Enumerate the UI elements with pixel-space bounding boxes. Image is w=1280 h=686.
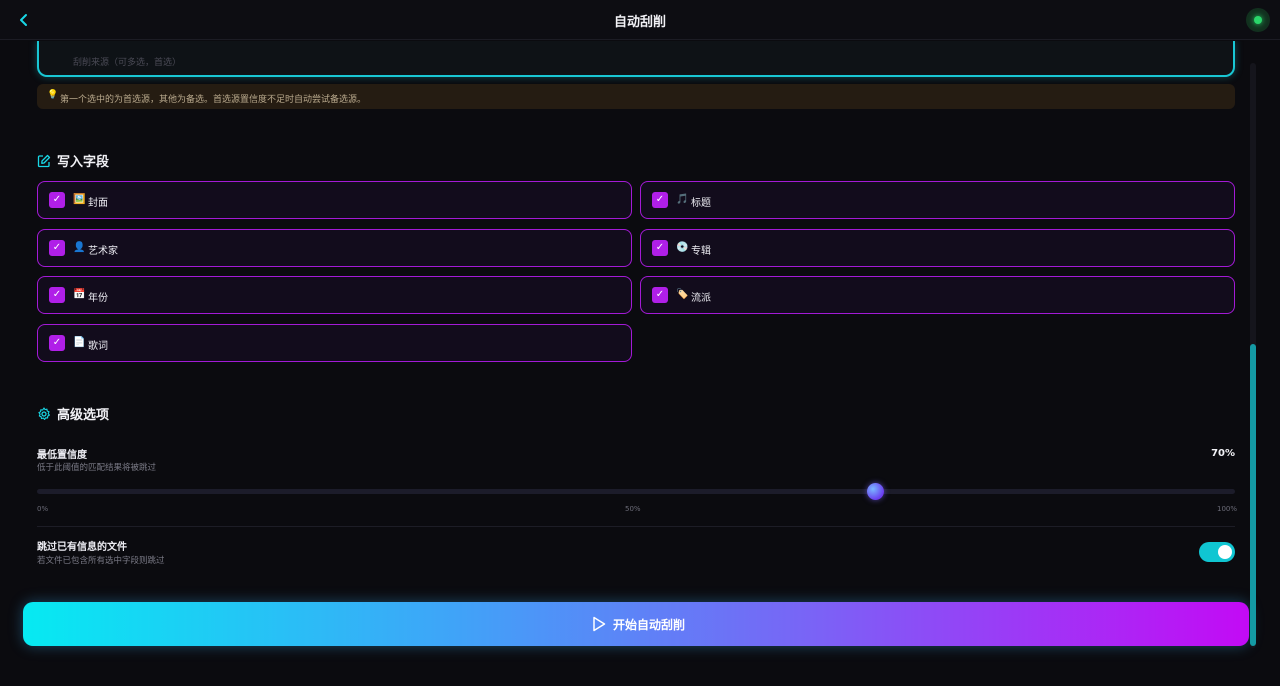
edit-icon bbox=[37, 154, 51, 168]
lightbulb-icon: 💡 bbox=[47, 90, 59, 100]
play-icon bbox=[592, 616, 606, 632]
field-label: 歌词 bbox=[88, 341, 108, 352]
advanced-options-title-text: 高级选项 bbox=[57, 408, 110, 423]
toggle-knob bbox=[1218, 545, 1232, 559]
field-card-genre[interactable]: ✓ 🏷️ 流派 bbox=[640, 276, 1235, 314]
write-fields-title-text: 写入字段 bbox=[57, 155, 110, 170]
status-dot-icon bbox=[1254, 16, 1262, 24]
top-bar: 自动刮削 bbox=[0, 0, 1280, 40]
scrollbar-thumb[interactable] bbox=[1250, 344, 1256, 646]
checkbox-checked-icon[interactable]: ✓ bbox=[652, 240, 668, 256]
confidence-value: 70% bbox=[1211, 448, 1235, 459]
tag-icon: 🏷️ bbox=[676, 289, 689, 300]
source-selector-box[interactable]: 刮削来源（可多选，首选） bbox=[37, 41, 1235, 77]
field-label: 标题 bbox=[691, 198, 711, 209]
field-card-title[interactable]: ✓ 🎵 标题 bbox=[640, 181, 1235, 219]
checkbox-checked-icon[interactable]: ✓ bbox=[49, 335, 65, 351]
slider-tick-min: 0% bbox=[37, 505, 49, 513]
confidence-desc: 低于此阈值的匹配结果将被跳过 bbox=[37, 463, 157, 473]
checkbox-checked-icon[interactable]: ✓ bbox=[652, 287, 668, 303]
field-card-cover[interactable]: ✓ 🖼️ 封面 bbox=[37, 181, 632, 219]
confidence-slider[interactable] bbox=[37, 483, 1235, 500]
source-box-text: 刮削来源（可多选，首选） bbox=[73, 58, 182, 68]
field-card-album[interactable]: ✓ 💿 专辑 bbox=[640, 229, 1235, 267]
divider bbox=[37, 526, 1235, 527]
field-label: 艺术家 bbox=[88, 246, 118, 257]
gear-icon bbox=[37, 406, 51, 421]
field-label: 年份 bbox=[88, 293, 108, 304]
hint-text: 第一个选中的为首选源，其他为备选。首选源置信度不足时自动尝试备选源。 bbox=[60, 95, 367, 105]
start-scrape-label: 开始自动刮削 bbox=[613, 618, 686, 632]
disc-icon: 💿 bbox=[676, 242, 689, 253]
checkbox-checked-icon[interactable]: ✓ bbox=[49, 192, 65, 208]
document-icon: 📄 bbox=[73, 337, 86, 348]
slider-tick-mid: 50% bbox=[625, 505, 641, 513]
checkbox-checked-icon[interactable]: ✓ bbox=[49, 287, 65, 303]
person-icon: 👤 bbox=[73, 242, 86, 253]
slider-thumb[interactable] bbox=[867, 483, 885, 500]
field-card-artist[interactable]: ✓ 👤 艺术家 bbox=[37, 229, 632, 267]
field-label: 流派 bbox=[691, 293, 711, 304]
skip-existing-toggle[interactable] bbox=[1199, 542, 1235, 562]
field-card-year[interactable]: ✓ 📅 年份 bbox=[37, 276, 632, 314]
confidence-label: 最低置信度 bbox=[37, 450, 87, 461]
start-scrape-button[interactable]: 开始自动刮削 bbox=[23, 602, 1249, 646]
scrollbar[interactable] bbox=[1250, 63, 1256, 648]
hint-bar: 💡 第一个选中的为首选源，其他为备选。首选源置信度不足时自动尝试备选源。 bbox=[37, 84, 1235, 109]
field-label: 封面 bbox=[88, 198, 108, 209]
field-label: 专辑 bbox=[691, 246, 711, 257]
main-content: 刮削来源（可多选，首选） 💡 第一个选中的为首选源，其他为备选。首选源置信度不足… bbox=[0, 41, 1280, 686]
checkbox-checked-icon[interactable]: ✓ bbox=[49, 240, 65, 256]
write-fields-title: 写入字段 bbox=[37, 151, 109, 170]
slider-tick-max: 100% bbox=[1217, 505, 1238, 513]
skip-existing-desc: 若文件已包含所有选中字段则跳过 bbox=[37, 556, 165, 566]
music-note-icon: 🎵 bbox=[676, 194, 689, 205]
image-icon: 🖼️ bbox=[73, 194, 86, 205]
checkbox-checked-icon[interactable]: ✓ bbox=[652, 192, 668, 208]
calendar-icon: 📅 bbox=[73, 289, 86, 300]
status-indicator bbox=[1246, 8, 1270, 32]
skip-existing-label: 跳过已有信息的文件 bbox=[37, 542, 127, 553]
page-title: 自动刮削 bbox=[613, 15, 666, 30]
advanced-options-title: 高级选项 bbox=[37, 404, 109, 423]
field-card-lyrics[interactable]: ✓ 📄 歌词 bbox=[37, 324, 632, 362]
